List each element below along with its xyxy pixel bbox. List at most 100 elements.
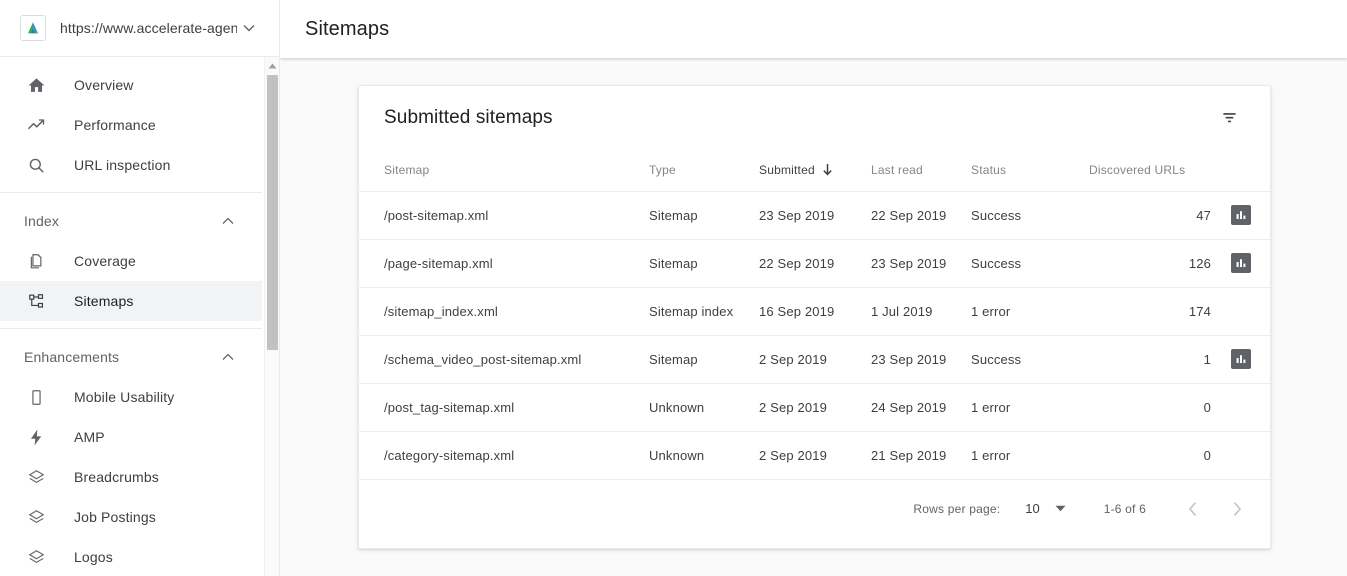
cell-actions <box>1211 431 1271 479</box>
main-content: Sitemaps Submitted sitemaps <box>280 0 1347 576</box>
sidebar-item-job-postings[interactable]: Job Postings <box>0 497 262 537</box>
cell-type: Sitemap <box>649 191 759 239</box>
cell-last-read: 21 Sep 2019 <box>871 431 971 479</box>
sidebar-item-coverage[interactable]: Coverage <box>0 241 262 281</box>
sitemap-icon <box>24 289 48 313</box>
sidebar-item-logos[interactable]: Logos <box>0 537 262 576</box>
cell-submitted: 2 Sep 2019 <box>759 335 871 383</box>
chevron-down-icon[interactable] <box>237 16 261 40</box>
sidebar-item-overview[interactable]: Overview <box>0 65 262 105</box>
table-body: /post-sitemap.xml Sitemap 23 Sep 2019 22… <box>359 191 1271 479</box>
layers-icon <box>24 545 48 569</box>
sidebar-item-url-inspection[interactable]: URL inspection <box>0 145 262 185</box>
rows-per-page-select[interactable]: 10 <box>1025 501 1065 516</box>
cell-submitted: 2 Sep 2019 <box>759 431 871 479</box>
cell-sitemap[interactable]: /post_tag-sitemap.xml <box>359 383 649 431</box>
submitted-sitemaps-card: Submitted sitemaps Sitemap Type <box>358 85 1271 549</box>
cell-submitted: 22 Sep 2019 <box>759 239 871 287</box>
sidebar-section-index[interactable]: Index <box>0 201 262 241</box>
sidebar-item-breadcrumbs[interactable]: Breadcrumbs <box>0 457 262 497</box>
table-header: Sitemap Type Submitted <box>359 149 1271 191</box>
sidebar-item-label: Logos <box>74 549 113 565</box>
table-row[interactable]: /sitemap_index.xml Sitemap index 16 Sep … <box>359 287 1271 335</box>
cell-type: Unknown <box>649 383 759 431</box>
scroll-up-arrow-icon[interactable] <box>265 59 280 73</box>
sidebar-section-label: Index <box>24 213 216 229</box>
rows-per-page-label: Rows per page: <box>913 502 1000 516</box>
sidebar-item-label: URL inspection <box>74 157 171 173</box>
previous-page-button[interactable] <box>1176 492 1210 526</box>
cell-submitted: 2 Sep 2019 <box>759 383 871 431</box>
cell-status: 1 error <box>971 383 1089 431</box>
cell-type: Sitemap <box>649 239 759 287</box>
home-icon <box>24 73 48 97</box>
open-chart-icon[interactable] <box>1231 349 1251 369</box>
column-header-submitted-label: Submitted <box>759 163 815 177</box>
table-row[interactable]: /post_tag-sitemap.xml Unknown 2 Sep 2019… <box>359 383 1271 431</box>
open-chart-icon[interactable] <box>1231 205 1251 225</box>
content-area: Submitted sitemaps Sitemap Type <box>280 58 1347 576</box>
sidebar-item-label: Performance <box>74 117 156 133</box>
chevron-up-icon[interactable] <box>216 209 240 233</box>
cell-sitemap[interactable]: /category-sitemap.xml <box>359 431 649 479</box>
layers-icon <box>24 465 48 489</box>
open-chart-icon[interactable] <box>1231 253 1251 273</box>
table-row[interactable]: /page-sitemap.xml Sitemap 22 Sep 2019 23… <box>359 239 1271 287</box>
sidebar-section-enhancements[interactable]: Enhancements <box>0 337 262 377</box>
sidebar-nav: Overview Performance <box>0 57 280 576</box>
sitemaps-table: Sitemap Type Submitted <box>359 149 1271 479</box>
sidebar-item-label: Sitemaps <box>74 293 134 309</box>
table-header-row: Sitemap Type Submitted <box>359 149 1271 191</box>
sidebar-item-mobile-usability[interactable]: Mobile Usability <box>0 377 262 417</box>
cell-submitted: 23 Sep 2019 <box>759 191 871 239</box>
column-header-type[interactable]: Type <box>649 149 759 191</box>
cell-discovered-urls: 0 <box>1089 431 1211 479</box>
sidebar-item-sitemaps[interactable]: Sitemaps <box>0 281 262 321</box>
cell-sitemap[interactable]: /page-sitemap.xml <box>359 239 649 287</box>
table-row[interactable]: /schema_video_post-sitemap.xml Sitemap 2… <box>359 335 1271 383</box>
sidebar-item-performance[interactable]: Performance <box>0 105 262 145</box>
pagination-bar: Rows per page: 10 1-6 of 6 <box>359 479 1270 537</box>
cell-status: Success <box>971 335 1089 383</box>
cell-actions <box>1211 191 1271 239</box>
cell-last-read: 23 Sep 2019 <box>871 335 971 383</box>
cell-last-read: 23 Sep 2019 <box>871 239 971 287</box>
cell-last-read: 1 Jul 2019 <box>871 287 971 335</box>
column-header-discovered-urls[interactable]: Discovered URLs <box>1089 149 1211 191</box>
sidebar-scrollbar-thumb[interactable] <box>267 75 278 350</box>
cell-actions <box>1211 287 1271 335</box>
cell-status: 1 error <box>971 431 1089 479</box>
search-console-app: https://www.accelerate-agen… Overview <box>0 0 1347 576</box>
sidebar: https://www.accelerate-agen… Overview <box>0 0 280 576</box>
sidebar-item-amp[interactable]: AMP <box>0 417 262 457</box>
column-header-last-read[interactable]: Last read <box>871 149 971 191</box>
chevron-up-icon[interactable] <box>216 345 240 369</box>
cell-discovered-urls: 1 <box>1089 335 1211 383</box>
cell-sitemap[interactable]: /post-sitemap.xml <box>359 191 649 239</box>
page-title: Sitemaps <box>305 18 389 41</box>
column-header-sitemap[interactable]: Sitemap <box>359 149 649 191</box>
cell-discovered-urls: 174 <box>1089 287 1211 335</box>
next-page-button[interactable] <box>1220 492 1254 526</box>
cell-type: Sitemap <box>649 335 759 383</box>
sidebar-scrollbar[interactable] <box>264 57 279 576</box>
sidebar-item-label: Job Postings <box>74 509 156 525</box>
cell-sitemap[interactable]: /schema_video_post-sitemap.xml <box>359 335 649 383</box>
column-header-status[interactable]: Status <box>971 149 1089 191</box>
layers-icon <box>24 505 48 529</box>
table-row[interactable]: /category-sitemap.xml Unknown 2 Sep 2019… <box>359 431 1271 479</box>
property-selector[interactable]: https://www.accelerate-agen… <box>0 0 279 57</box>
cell-sitemap[interactable]: /sitemap_index.xml <box>359 287 649 335</box>
column-header-submitted[interactable]: Submitted <box>759 149 871 191</box>
sidebar-item-label: Coverage <box>74 253 136 269</box>
filter-list-icon[interactable] <box>1212 101 1246 135</box>
cell-status: Success <box>971 191 1089 239</box>
sidebar-item-label: Mobile Usability <box>74 389 174 405</box>
cell-type: Sitemap index <box>649 287 759 335</box>
page-header: Sitemaps <box>280 0 1347 58</box>
trending-up-icon <box>24 113 48 137</box>
sidebar-section-label: Enhancements <box>24 349 216 365</box>
search-icon <box>24 153 48 177</box>
mobile-icon <box>24 385 48 409</box>
table-row[interactable]: /post-sitemap.xml Sitemap 23 Sep 2019 22… <box>359 191 1271 239</box>
